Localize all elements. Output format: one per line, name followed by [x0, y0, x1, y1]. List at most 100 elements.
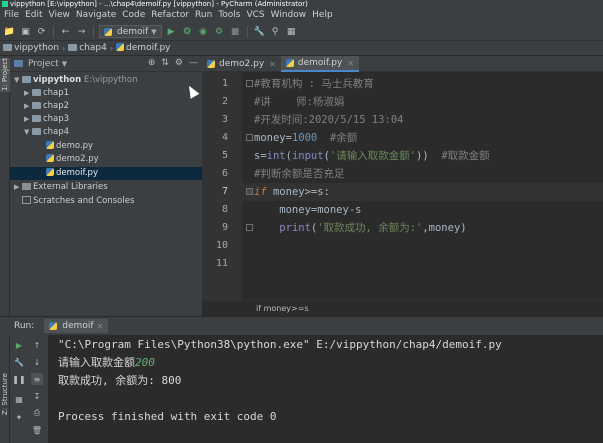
run-configuration-label: demoif	[117, 26, 149, 37]
tree-item-chap2[interactable]: ▶ chap2	[10, 100, 202, 113]
forward-arrow-icon[interactable]: →	[75, 25, 88, 38]
run-console-output[interactable]: "C:\Program Files\Python38\python.exe" E…	[48, 335, 603, 443]
scroll-up-icon[interactable]: ↑	[31, 339, 43, 351]
fold-marker-icon[interactable]	[246, 134, 253, 141]
breadcrumb-item-file[interactable]: demoif.py	[116, 43, 170, 53]
tree-item-demo-py[interactable]: demo.py	[10, 140, 202, 153]
comment: #余额	[329, 132, 358, 144]
string-literal: '请输入取款金额'	[329, 150, 417, 162]
tree-item-label: Scratches and Consoles	[33, 196, 135, 206]
menu-view[interactable]: View	[46, 8, 73, 23]
folder-icon	[32, 102, 41, 109]
wrench-settings-icon[interactable]: 🔧	[253, 25, 266, 38]
coverage-icon[interactable]: ◉	[197, 25, 210, 38]
locate-file-icon[interactable]: ⊕	[148, 58, 156, 68]
project-tool-window-tab[interactable]: 1: Project	[0, 58, 10, 92]
tree-item-chap4[interactable]: ▼ chap4	[10, 126, 202, 139]
tree-item-chap1[interactable]: ▶ chap1	[10, 87, 202, 100]
save-all-icon[interactable]: ▣	[19, 25, 32, 38]
wrench-icon[interactable]: 🔧	[13, 356, 25, 368]
menu-vcs[interactable]: VCS	[243, 8, 267, 23]
scroll-down-icon[interactable]: ↓	[31, 356, 43, 368]
line-number: 7	[221, 186, 228, 197]
restore-layout-icon[interactable]: ▦	[13, 393, 25, 405]
vcs-icon[interactable]: ▦	[285, 25, 298, 38]
tree-item-chap3[interactable]: ▶ chap3	[10, 113, 202, 126]
comment: #讲 师:杨淑娟	[254, 96, 345, 108]
chevron-right-icon[interactable]: ▶	[24, 87, 32, 100]
project-view-select[interactable]: Project	[28, 59, 59, 69]
gear-icon[interactable]: ⚙	[175, 58, 183, 68]
open-folder-icon[interactable]: 📁	[3, 25, 16, 38]
structure-tool-window-tab[interactable]: Z: Structure	[0, 373, 10, 415]
rerun-icon[interactable]: ▶	[13, 339, 25, 351]
menu-refactor[interactable]: Refactor	[148, 8, 192, 23]
profile-icon[interactable]: ⚙	[213, 25, 226, 38]
pin-icon[interactable]: ✦	[13, 411, 25, 423]
tree-item-vippython[interactable]: ▼ vippython E:\vippython	[10, 74, 202, 87]
trash-icon[interactable]: 🗑	[31, 424, 43, 436]
code-editor[interactable]: #教育机构 : 马士兵教育 #讲 师:杨淑娟 #开发时间:2020/5/15 1…	[242, 72, 603, 300]
tree-item-demoif-py[interactable]: demoif.py	[10, 167, 202, 180]
line-number: 3	[221, 114, 228, 125]
fold-marker-icon[interactable]	[246, 80, 253, 87]
menu-window[interactable]: Window	[268, 8, 310, 23]
chevron-down-icon[interactable]: ▼	[24, 126, 32, 139]
tree-item-demo2-py[interactable]: demo2.py	[10, 153, 202, 166]
breadcrumb-item-folder[interactable]: chap4	[68, 43, 107, 53]
menu-tools[interactable]: Tools	[215, 8, 243, 23]
sync-icon[interactable]: ⟳	[35, 25, 48, 38]
builtin: int	[266, 150, 286, 162]
tree-item-path: E:\vippython	[83, 75, 138, 85]
chevron-right-icon: ›	[62, 43, 66, 53]
close-icon[interactable]: ✕	[97, 322, 104, 331]
menu-edit[interactable]: Edit	[22, 8, 45, 23]
close-icon[interactable]: ✕	[347, 59, 354, 68]
chevron-right-icon[interactable]: ▶	[24, 113, 32, 126]
run-tab-demoif[interactable]: demoif ✕	[44, 319, 109, 333]
scroll-to-end-icon[interactable]: ↧	[31, 390, 43, 402]
fold-marker-icon[interactable]	[246, 188, 253, 195]
run-panel-header: Run: demoif ✕	[0, 316, 603, 335]
run-play-icon[interactable]: ▶	[165, 25, 178, 38]
debug-bug-icon[interactable]: ❂	[181, 25, 194, 38]
breadcrumb-item-project[interactable]: vippython	[3, 43, 59, 53]
stop-icon[interactable]: ■	[229, 25, 242, 38]
code-line-6: #判断余额是否充足	[254, 165, 344, 183]
line-number: 2	[221, 96, 228, 107]
back-arrow-icon[interactable]: ←	[59, 25, 72, 38]
chevron-right-icon[interactable]: ▶	[24, 100, 32, 113]
tree-item-label: demo2.py	[56, 154, 99, 164]
comment: #开发时间:2020/5/15 13:04	[254, 114, 404, 126]
collapse-all-icon[interactable]: ⇅	[161, 58, 169, 68]
chevron-down-icon[interactable]: ▼	[62, 60, 67, 68]
run-configuration-select[interactable]: demoif ▼	[99, 25, 162, 38]
menu-help[interactable]: Help	[309, 8, 336, 23]
soft-wrap-icon[interactable]: ≡	[31, 373, 43, 385]
tab-label: demo2.py	[219, 59, 265, 69]
code-line-8: money=money-s	[254, 201, 361, 219]
editor-gutter: 1 2 3 4 5 6 7 8 9 10 11	[202, 72, 242, 300]
menu-run[interactable]: Run	[192, 8, 215, 23]
tab-demo2-py[interactable]: demo2.py ✕	[202, 56, 281, 72]
tab-demoif-py[interactable]: demoif.py ✕	[280, 56, 359, 72]
folder-icon	[3, 44, 12, 51]
menu-navigate[interactable]: Navigate	[73, 8, 119, 23]
chevron-down-icon: ▼	[151, 27, 157, 36]
search-everywhere-icon[interactable]: ⚲	[269, 25, 282, 38]
hide-panel-icon[interactable]: —	[189, 58, 198, 68]
menu-code[interactable]: Code	[119, 8, 148, 23]
tree-item-scratches[interactable]: Scratches and Consoles	[10, 195, 202, 208]
pause-icon[interactable]: ❚❚	[12, 373, 25, 385]
editor-structure-breadcrumb[interactable]: if money>=s	[202, 300, 603, 316]
menu-file[interactable]: File	[1, 8, 22, 23]
chevron-right-icon[interactable]: ▶	[14, 181, 22, 194]
print-icon[interactable]: ⎙	[31, 407, 43, 419]
tree-item-external-libraries[interactable]: ▶ External Libraries	[10, 181, 202, 194]
close-icon[interactable]: ✕	[269, 60, 276, 69]
fold-marker-icon[interactable]	[246, 224, 253, 231]
run-panel-label: Run:	[14, 321, 35, 331]
code-token: ))	[416, 150, 429, 162]
chevron-down-icon[interactable]: ▼	[14, 74, 22, 87]
code-line-3: #开发时间:2020/5/15 13:04	[254, 111, 403, 129]
